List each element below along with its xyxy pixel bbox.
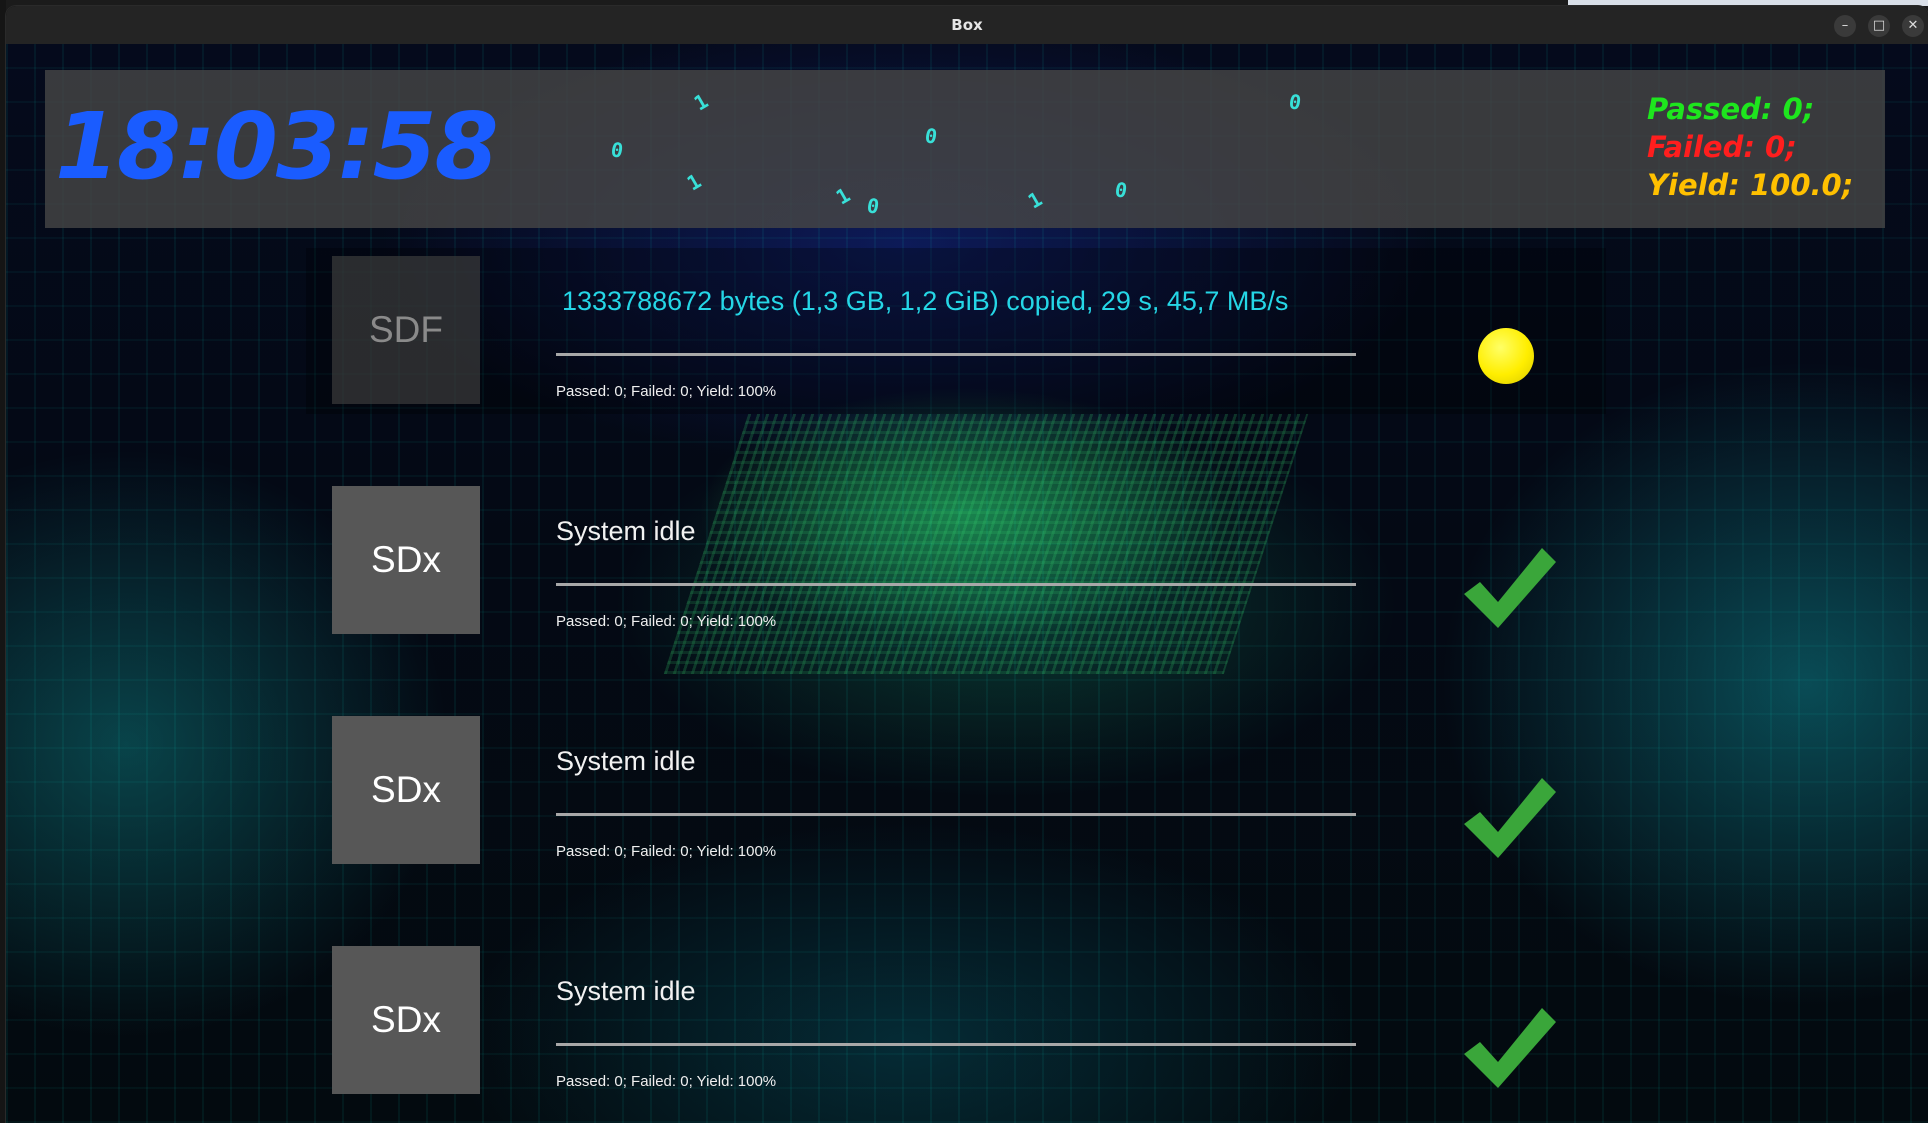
progress-bar: [556, 353, 1356, 356]
device-status: 1333788672 bytes (1,3 GB, 1,2 GiB) copie…: [562, 286, 1289, 316]
passed-count: Passed: 0;: [1647, 92, 1815, 126]
device-stats: Passed: 0; Failed: 0; Yield: 100%: [556, 1073, 777, 1090]
progress-bar: [556, 813, 1356, 816]
device-button[interactable]: SDF: [332, 256, 480, 404]
binary-digit: 0: [923, 123, 940, 149]
progress-bar: [556, 1043, 1356, 1046]
device-stats: Passed: 0; Failed: 0; Yield: 100%: [556, 613, 777, 630]
close-button[interactable]: ✕: [1902, 15, 1924, 37]
circuit-background: 18:03:58 1 0 1 0 1 0 1 0 0 Passed: 0; Fa…: [6, 44, 1928, 1123]
yellow-dot-icon: [1478, 328, 1534, 384]
summary-stats: Passed: 0; Failed: 0; Yield: 100.0;: [1647, 90, 1853, 204]
binary-digit: 1: [831, 182, 855, 210]
binary-digit: 0: [865, 193, 882, 219]
minimize-button[interactable]: –: [1834, 15, 1856, 37]
device-status: System idle: [556, 516, 696, 546]
device-row: SDx System idle Passed: 0; Failed: 0; Yi…: [6, 946, 1928, 1096]
device-stats: Passed: 0; Failed: 0; Yield: 100%: [556, 843, 777, 860]
device-row: SDx System idle Passed: 0; Failed: 0; Yi…: [6, 716, 1928, 866]
device-row: SDx System idle Passed: 0; Failed: 0; Yi…: [6, 486, 1928, 636]
device-button[interactable]: SDx: [332, 716, 480, 864]
app-window: Box – □ ✕ 18:03:58 1 0 1 0 1 0 1 0 0 Pas…: [6, 6, 1928, 1123]
device-button[interactable]: SDx: [332, 946, 480, 1094]
title-bar[interactable]: Box – □ ✕: [6, 6, 1928, 44]
binary-digit: 1: [1023, 186, 1047, 214]
check-icon: [1464, 548, 1556, 628]
device-status: System idle: [556, 976, 696, 1006]
binary-digit: 1: [682, 168, 706, 196]
binary-digit: 0: [1287, 89, 1304, 115]
device-status: System idle: [556, 746, 696, 776]
binary-digit: 0: [1113, 177, 1130, 203]
header-panel: 18:03:58 1 0 1 0 1 0 1 0 0 Passed: 0; Fa…: [45, 70, 1885, 228]
binary-digit: 1: [689, 88, 713, 116]
yield-value: Yield: 100.0;: [1647, 168, 1854, 202]
check-icon: [1464, 778, 1556, 858]
maximize-button[interactable]: □: [1868, 15, 1890, 37]
device-button[interactable]: SDx: [332, 486, 480, 634]
binary-digit: 0: [609, 137, 626, 163]
row-panel: [306, 248, 1606, 414]
window-title: Box: [951, 16, 983, 34]
progress-bar: [556, 583, 1356, 586]
check-icon: [1464, 1008, 1556, 1088]
device-row: SDF 1333788672 bytes (1,3 GB, 1,2 GiB) c…: [6, 248, 1928, 414]
device-stats: Passed: 0; Failed: 0; Yield: 100%: [556, 383, 777, 400]
clock: 18:03:58: [55, 93, 499, 200]
failed-count: Failed: 0;: [1647, 130, 1797, 164]
